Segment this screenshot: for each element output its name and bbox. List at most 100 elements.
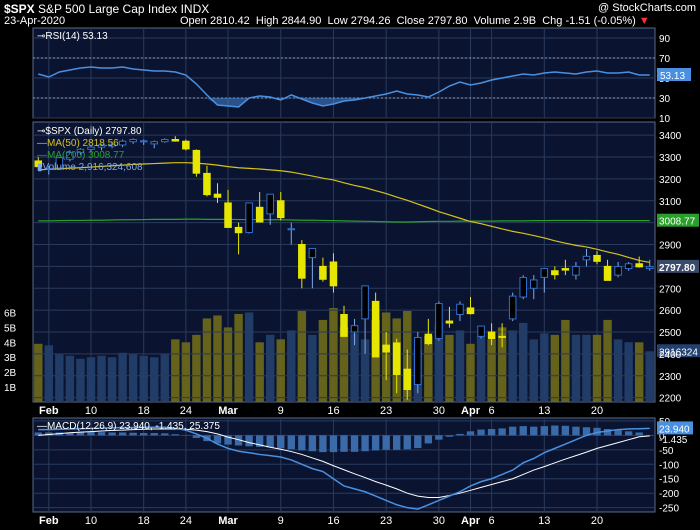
candle-body bbox=[624, 263, 633, 270]
macd-histogram-bar bbox=[129, 432, 137, 436]
price-tick-label: 3200 bbox=[659, 175, 682, 186]
candle-body bbox=[139, 140, 148, 143]
macd-x-tick-label: 20 bbox=[591, 515, 603, 527]
volume-tick-label: 1B bbox=[4, 383, 17, 394]
macd-histogram-bar bbox=[118, 432, 127, 436]
volume-bar bbox=[97, 355, 106, 402]
candle-body bbox=[234, 226, 243, 234]
rsi-tick-label: 30 bbox=[659, 94, 671, 105]
candle-body bbox=[203, 172, 211, 196]
macd-x-tick-label: 13 bbox=[538, 515, 550, 527]
candle-body bbox=[255, 206, 264, 223]
candle-body bbox=[477, 325, 485, 337]
macd-x-tick-label: 10 bbox=[85, 515, 97, 527]
macd-tick-label: -100 bbox=[659, 460, 679, 471]
macd-histogram-bar bbox=[635, 432, 643, 436]
macd-histogram-bar bbox=[371, 435, 380, 451]
volume-bar bbox=[487, 339, 496, 402]
volume-bar bbox=[540, 333, 549, 402]
macd-histogram-bar bbox=[530, 426, 538, 436]
candle-body bbox=[445, 320, 454, 324]
candle-body bbox=[371, 300, 380, 358]
candle-body bbox=[171, 139, 180, 142]
macd-histogram-bar bbox=[361, 435, 369, 452]
x-tick-label: 23 bbox=[380, 405, 392, 417]
volume-bar bbox=[55, 354, 64, 402]
volume-bar bbox=[76, 358, 85, 402]
volume-bar bbox=[508, 330, 517, 402]
candle-body bbox=[129, 139, 137, 143]
macd-histogram-bar bbox=[487, 428, 496, 436]
volume-bar bbox=[519, 322, 528, 402]
x-tick-label: 10 bbox=[85, 405, 97, 417]
candle-body bbox=[361, 285, 369, 320]
candle-body bbox=[551, 270, 559, 276]
macd-x-tick-label: 24 bbox=[180, 515, 192, 527]
macd-histogram-bar bbox=[393, 435, 401, 450]
candle-body bbox=[635, 263, 643, 268]
macd-tick-label: -250 bbox=[659, 504, 679, 515]
candle-body bbox=[582, 255, 591, 261]
macd-histogram-bar bbox=[498, 428, 506, 436]
macd-histogram-bar bbox=[614, 430, 622, 436]
stock-chart: 907050301053.13⊸RSI(14) 53.136B5B4B3B2B1… bbox=[4, 27, 700, 527]
macd-x-tick-label: 6 bbox=[489, 515, 495, 527]
price-tick-label: 2600 bbox=[659, 306, 682, 317]
price-tick-label: 2900 bbox=[659, 241, 682, 252]
candle-body bbox=[192, 149, 201, 174]
ma200-last-value: 3008.77 bbox=[659, 217, 696, 228]
rsi-tick-label: 70 bbox=[659, 54, 671, 65]
volume-bar bbox=[455, 330, 465, 402]
price-tick-label: 3300 bbox=[659, 153, 682, 164]
macd-x-tick-label: 23 bbox=[380, 515, 392, 527]
x-tick-label: 20 bbox=[591, 405, 603, 417]
macd-histogram-bar bbox=[456, 433, 464, 436]
macd-histogram-bar bbox=[414, 435, 422, 449]
volume-bar bbox=[276, 339, 285, 402]
macd-histogram-bar bbox=[466, 431, 475, 436]
candle-body bbox=[424, 333, 433, 345]
candle-body bbox=[414, 336, 422, 385]
macd-histogram-bar bbox=[287, 435, 295, 450]
candle-body bbox=[319, 265, 327, 280]
x-tick-label: 16 bbox=[327, 405, 339, 417]
candle-body bbox=[529, 279, 538, 289]
candle-body bbox=[519, 277, 527, 298]
x-tick-label: 18 bbox=[138, 405, 150, 417]
candle-body bbox=[487, 331, 496, 340]
x-tick-label: Feb bbox=[39, 405, 59, 417]
price-tick-label: 2300 bbox=[659, 372, 682, 383]
volume-bar bbox=[171, 339, 180, 402]
macd-last-value: 23.940 bbox=[659, 424, 690, 435]
macd-histogram-bar bbox=[108, 432, 116, 436]
volume-bar bbox=[118, 352, 127, 402]
price-tick-label: 3100 bbox=[659, 197, 682, 208]
volume-bar bbox=[255, 342, 264, 402]
volume-bar bbox=[529, 339, 538, 402]
volume-bar bbox=[234, 313, 243, 402]
volume-legend: ▮Volume 2,916,324,608 bbox=[37, 162, 143, 173]
candle-body bbox=[382, 344, 390, 353]
volume-tick-label: 2B bbox=[4, 368, 17, 379]
candle-body bbox=[340, 314, 348, 337]
volume-tick-label: 3B bbox=[4, 353, 17, 364]
volume-tick-label: 4B bbox=[4, 338, 17, 349]
candle-body bbox=[150, 141, 159, 145]
macd-histogram-bar bbox=[624, 431, 633, 436]
macd-histogram-bar bbox=[424, 435, 433, 444]
candle-body bbox=[593, 254, 601, 262]
macd-x-tick-label: 16 bbox=[327, 515, 339, 527]
macd-histogram-bar bbox=[97, 432, 106, 436]
volume-bar bbox=[466, 343, 475, 402]
macd-histogram-bar bbox=[435, 435, 443, 440]
x-tick-label: 13 bbox=[538, 405, 550, 417]
candle-body bbox=[266, 193, 274, 215]
macd-histogram-bar bbox=[140, 433, 148, 436]
candle-body bbox=[182, 140, 190, 150]
candle-body bbox=[213, 193, 222, 198]
candle-body bbox=[276, 200, 285, 219]
rsi-tick-label: 10 bbox=[659, 114, 671, 125]
macd-histogram-bar bbox=[319, 435, 327, 453]
macd-histogram-bar bbox=[540, 426, 548, 436]
macd-histogram-bar bbox=[561, 425, 570, 436]
